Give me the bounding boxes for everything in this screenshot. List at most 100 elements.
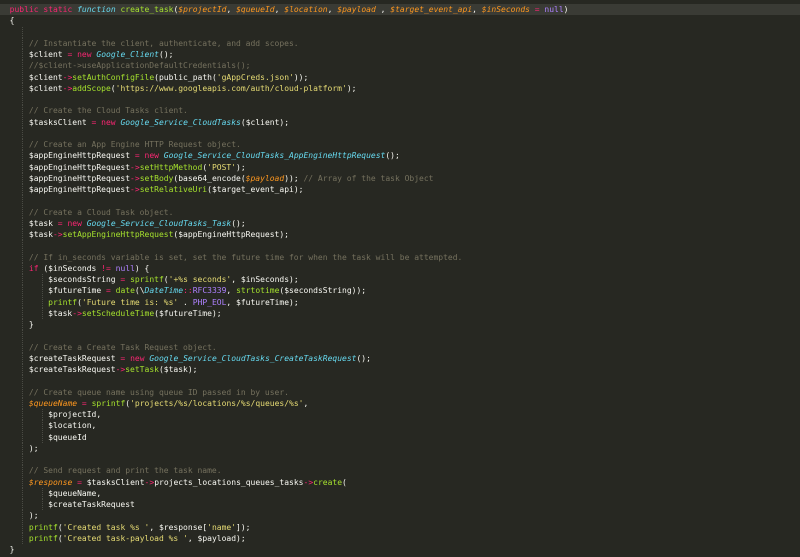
code-line[interactable]: );	[0, 510, 800, 522]
code-token: Google_Service_CloudTasks_Task	[86, 218, 232, 228]
code-token: // Create a Cloud Task object.	[0, 207, 174, 217]
code-line[interactable]: $tasksClient = new Google_Service_CloudT…	[0, 116, 800, 128]
code-line[interactable]: $projectId,	[0, 409, 800, 420]
code-token: printf	[48, 297, 78, 307]
code-token: $appEngineHttpRequest	[0, 173, 131, 183]
code-line[interactable]: $client->addScope('https://www.googleapi…	[0, 82, 800, 94]
code-line[interactable]: $queueId	[0, 431, 800, 443]
code-line[interactable]: // Create an App Engine HTTP Request obj…	[0, 139, 800, 150]
indent-guide	[42, 487, 43, 499]
code-token: );	[0, 511, 39, 521]
indent-guide	[22, 105, 23, 117]
code-token: ->	[72, 308, 82, 318]
code-line[interactable]	[0, 375, 800, 387]
code-token: ($futureTime);	[154, 308, 222, 318]
code-line[interactable]: $queueName = sprintf('projects/%s/locati…	[0, 397, 800, 409]
code-line[interactable]: $task->setAppEngineHttpRequest($appEngin…	[0, 229, 800, 240]
code-line[interactable]: $appEngineHttpRequest = new Google_Servi…	[0, 150, 800, 162]
code-line[interactable]: $secondsString = sprintf('+%s seconds', …	[0, 274, 800, 285]
code-token: // If in_seconds variable is set, set th…	[0, 252, 463, 262]
code-line[interactable]	[0, 454, 800, 465]
code-token: new	[67, 218, 82, 228]
code-line[interactable]: $createTaskRequest->setTask($task);	[0, 364, 800, 375]
code-line[interactable]: $appEngineHttpRequest->setHttpMethod('PO…	[0, 161, 800, 173]
code-token: $createTaskRequest	[0, 500, 135, 509]
code-token: Google_Client	[96, 50, 159, 59]
code-line[interactable]: printf('Created task-payload %s ', $payl…	[0, 532, 800, 544]
code-token: );	[236, 162, 246, 172]
code-line[interactable]: //$client->useApplicationDefaultCredenti…	[0, 60, 800, 72]
code-line[interactable]: $queueName,	[0, 487, 800, 499]
code-line[interactable]: $futureTime = date(\DateTime::RFC3339, s…	[0, 285, 800, 297]
code-line[interactable]	[0, 240, 800, 252]
code-line[interactable]: $task = new Google_Service_CloudTasks_Ta…	[0, 217, 800, 229]
code-token: ,	[303, 398, 309, 408]
code-token: ));	[284, 173, 304, 183]
code-line[interactable]	[0, 195, 800, 207]
code-token: // Create the Cloud Tasks client.	[0, 106, 188, 116]
indent-guide	[22, 341, 23, 353]
indent-guide	[22, 229, 23, 240]
code-line[interactable]	[0, 330, 800, 342]
indent-guide	[22, 217, 23, 229]
code-line[interactable]: $client->setAuthConfigFile(public_path('…	[0, 71, 800, 83]
code-line[interactable]: $client = new Google_Client();	[0, 49, 800, 60]
code-token: !=	[101, 263, 111, 273]
code-line[interactable]: public static function create_task($proj…	[0, 4, 800, 15]
code-token: $task	[0, 308, 73, 318]
code-line[interactable]: $appEngineHttpRequest->setRelativeUri($t…	[0, 184, 800, 195]
indent-guide	[22, 274, 23, 285]
indent-guide	[22, 330, 23, 342]
indent-guide	[22, 465, 23, 477]
code-line[interactable]: // Create the Cloud Tasks client.	[0, 105, 800, 117]
indent-guide	[22, 420, 23, 432]
code-line[interactable]: // Send request and print the task name.	[0, 465, 800, 477]
code-line[interactable]: }	[0, 544, 800, 555]
indent-guide	[22, 94, 23, 105]
code-line[interactable]: $appEngineHttpRequest->setBody(base64_en…	[0, 172, 800, 184]
indent-guide	[22, 195, 23, 207]
code-line[interactable]: printf('Future time is: %s' . PHP_EOL, $…	[0, 296, 800, 308]
code-line[interactable]	[0, 94, 800, 105]
code-token: if	[28, 263, 39, 273]
code-token: // Create queue name using queue ID pass…	[0, 387, 289, 397]
code-line[interactable]: if ($inSeconds != null) {	[0, 262, 800, 274]
code-token: $queueName,	[0, 488, 102, 498]
code-line[interactable]: // Create a Create Task Request object.	[0, 341, 800, 353]
code-line[interactable]: printf('Created task %s ', $response['na…	[0, 521, 800, 533]
code-token: 'POST'	[207, 162, 237, 172]
code-token: );	[0, 443, 39, 453]
code-line[interactable]: // Create queue name using queue ID pass…	[0, 386, 800, 398]
code-token: $secondsString	[0, 275, 121, 284]
code-line[interactable]: $response = $tasksClient->projects_locat…	[0, 476, 800, 488]
code-token: 'https://www.googleapis.com/auth/cloud-p…	[115, 83, 347, 93]
code-token: // Create a Create Task Request object.	[0, 342, 217, 352]
code-line[interactable]: $location,	[0, 420, 800, 432]
indent-guide	[22, 454, 23, 465]
code-token: // Send request and print the task name.	[0, 466, 222, 476]
code-token: PHP_EOL	[192, 297, 227, 307]
code-line[interactable]: // Instantiate the client, authenticate,…	[0, 37, 800, 49]
code-line[interactable]: {	[0, 15, 800, 26]
code-token: Google_Service_CloudTasks_AppEngineHttpR…	[163, 151, 386, 161]
code-line[interactable]: $createTaskRequest = new Google_Service_…	[0, 352, 800, 364]
code-token: sprintf	[130, 275, 164, 284]
code-line[interactable]: }	[0, 319, 800, 330]
code-line[interactable]	[0, 127, 800, 139]
code-token: (\	[134, 286, 145, 296]
indent-guide	[22, 409, 23, 420]
code-token: 'gAppCreds.json'	[216, 72, 294, 82]
indent-guide	[42, 307, 43, 319]
code-line[interactable]: // If in_seconds variable is set, set th…	[0, 251, 800, 263]
indent-guide	[22, 127, 23, 139]
indent-guide	[22, 172, 23, 184]
code-token: RFC3339	[192, 286, 227, 296]
code-editor[interactable]: public static function create_task ($proj…	[0, 0, 800, 557]
code-line[interactable]: $task->setScheduleTime($futureTime);	[0, 307, 800, 319]
code-token: ();	[356, 353, 371, 363]
code-line[interactable]: // Create a Cloud Task object.	[0, 206, 800, 218]
code-line[interactable]: );	[0, 442, 800, 454]
code-line[interactable]: $createTaskRequest	[0, 499, 800, 510]
code-line[interactable]	[0, 26, 800, 38]
